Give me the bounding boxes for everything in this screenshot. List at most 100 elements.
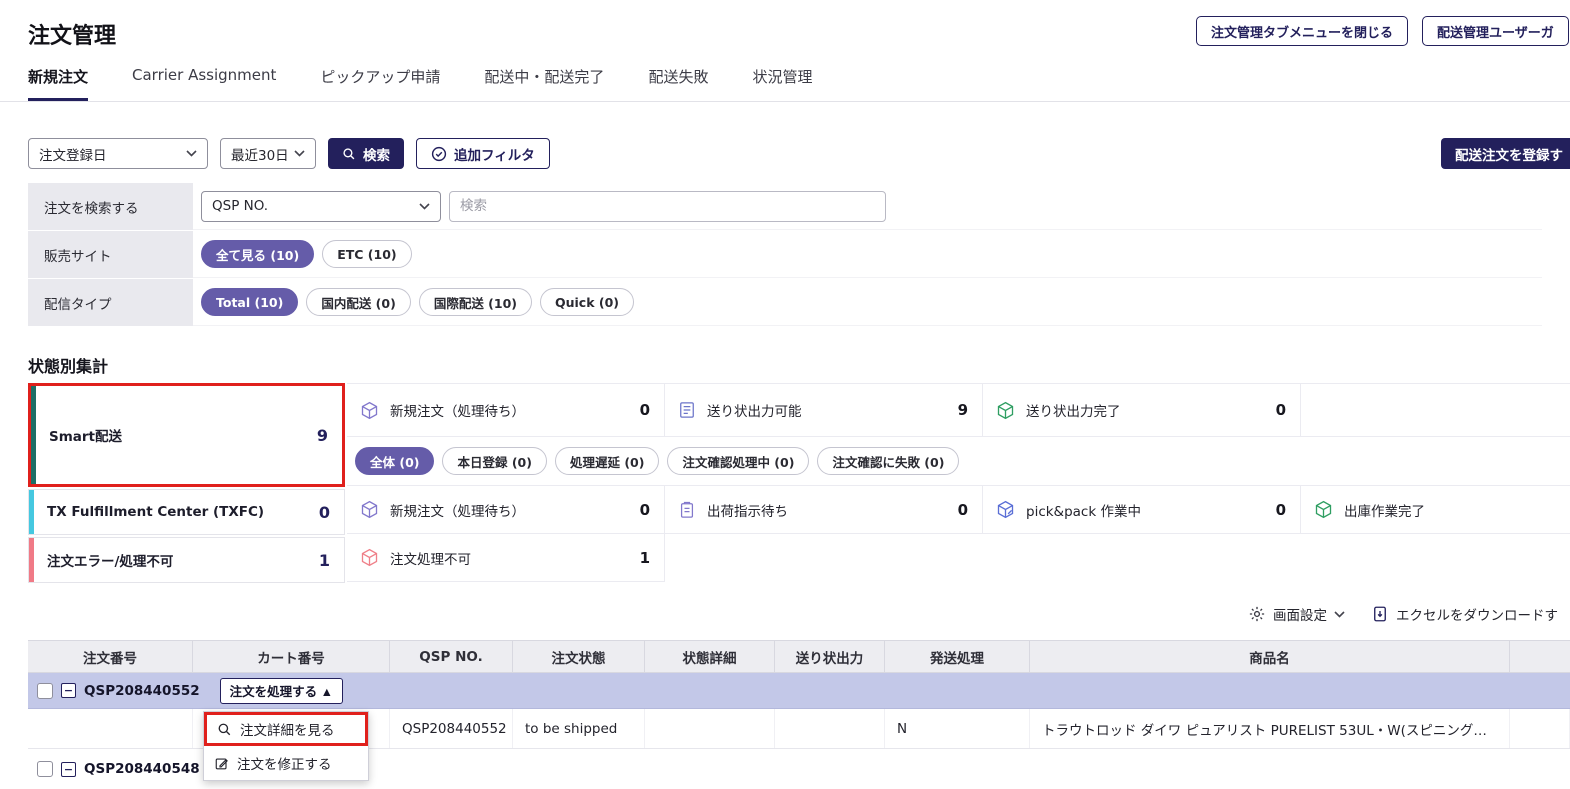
summary-card-name: 注文エラー/処理不可: [47, 554, 174, 570]
tab-new-orders[interactable]: 新規注文: [28, 66, 89, 101]
additional-filter-button[interactable]: 追加フィルタ: [416, 138, 550, 169]
pill-sales-site-all[interactable]: 全て見る (10): [201, 240, 315, 268]
summary-card-txfc[interactable]: TX Fulfillment Center (TXFC) 0: [28, 489, 345, 535]
cell-qsp-no: QSP208440552: [390, 709, 513, 748]
filter-bar: 注文登録日 最近30日 検索 追加フィルタ: [28, 138, 550, 169]
tab-delivery-failed[interactable]: 配送失敗: [648, 66, 708, 101]
screen-settings-button[interactable]: 画面設定: [1248, 604, 1345, 624]
collapse-minus-icon[interactable]: −: [61, 683, 76, 698]
package-icon: [361, 401, 378, 419]
package-done-icon: [1315, 500, 1332, 519]
search-row-keyword: 注文を検索する QSP NO.: [28, 183, 1542, 230]
summary-card-smart-delivery[interactable]: Smart配送 9: [28, 383, 345, 487]
search-key-select[interactable]: QSP NO.: [201, 190, 441, 222]
status-cell-awaiting-ship-instruction[interactable]: 出荷指示待ち 0: [665, 486, 983, 533]
cell-order-no: [28, 709, 193, 748]
tab-status-management[interactable]: 状況管理: [752, 66, 812, 101]
summary-card-count: 0: [318, 502, 330, 522]
pill-status-processing-delayed[interactable]: 処理遅延 (0): [554, 447, 660, 475]
summary-card-order-error[interactable]: 注文エラー/処理不可 1: [28, 537, 345, 583]
row-checkbox[interactable]: [37, 761, 53, 777]
search-icon: [218, 723, 231, 735]
header-qsp-no: QSP NO.: [390, 641, 513, 672]
cell-invoice-print: [775, 709, 885, 748]
status-summary-heading: 状態別集計: [28, 357, 109, 376]
sales-site-label: 販売サイト: [28, 231, 193, 278]
status-cell-invoice-printable[interactable]: 送り状出力可能 9: [665, 384, 983, 436]
teal-status-bar: [31, 386, 36, 484]
header-extra: [1510, 641, 1570, 672]
chevron-down-icon: [294, 150, 305, 157]
cyan-status-bar: [29, 490, 34, 534]
close-tab-menu-button[interactable]: 注文管理タブメニューを閉じる: [1196, 16, 1409, 46]
search-row-sales-site: 販売サイト 全て見る (10) ETC (10): [28, 231, 1542, 278]
pill-delivery-total[interactable]: Total (10): [201, 288, 299, 316]
header-invoice-print: 送り状出力: [775, 641, 885, 672]
process-order-context-menu: 注文詳細を見る 注文を修正する: [203, 711, 369, 781]
status-cell-outbound-complete[interactable]: 出庫作業完了: [1301, 486, 1570, 533]
register-delivery-order-button[interactable]: 配送注文を登録す: [1441, 138, 1570, 169]
pill-status-registered-today[interactable]: 本日登録 (0): [442, 447, 547, 475]
status-cell-order-unprocessable[interactable]: 注文処理不可 1: [347, 534, 665, 582]
pink-status-bar: [29, 538, 34, 582]
pill-sales-site-etc[interactable]: ETC (10): [322, 240, 412, 268]
header-status-detail: 状態詳細: [645, 641, 775, 672]
tab-pickup-request[interactable]: ピックアップ申請: [320, 66, 440, 101]
date-range-select[interactable]: 最近30日: [220, 138, 316, 169]
status-value: 0: [957, 500, 968, 519]
pill-delivery-domestic[interactable]: 国内配送 (0): [306, 288, 411, 316]
status-cell-empty: [1301, 384, 1570, 436]
package-edit-icon: [997, 500, 1014, 519]
summary-card-name: TX Fulfillment Center (TXFC): [47, 504, 265, 520]
status-value: 0: [1275, 500, 1286, 519]
status-value: 0: [639, 500, 650, 519]
search-row-delivery-type: 配信タイプ Total (10) 国内配送 (0) 国際配送 (10) Quic…: [28, 279, 1542, 326]
summary-card-count: 9: [316, 425, 328, 445]
menu-item-edit-order[interactable]: 注文を修正する: [204, 746, 368, 780]
header-product-name: 商品名: [1030, 641, 1510, 672]
pill-status-all[interactable]: 全体 (0): [355, 447, 435, 475]
order-number: QSP208440552: [84, 682, 200, 699]
cell-extra: [1510, 709, 1570, 748]
date-type-select[interactable]: 注文登録日: [28, 138, 208, 169]
pill-status-confirm-failed[interactable]: 注文確認に失敗 (0): [817, 447, 960, 475]
cell-order-status: to be shipped: [513, 709, 645, 748]
search-input[interactable]: [449, 190, 886, 222]
delivery-type-label: 配信タイプ: [28, 279, 193, 326]
header-order-status: 注文状態: [513, 641, 645, 672]
pill-delivery-international[interactable]: 国際配送 (10): [418, 288, 532, 316]
search-icon: [343, 147, 355, 159]
status-cell-pick-pack-working[interactable]: pick&pack 作業中 0: [983, 486, 1301, 533]
status-summary: Smart配送 9 TX Fulfillment Center (TXFC) 0…: [28, 383, 1570, 583]
status-value: 9: [957, 401, 968, 419]
status-value: 0: [639, 401, 650, 419]
status-cell-new-orders-pending[interactable]: 新規注文（処理待ち） 0: [347, 384, 665, 436]
tab-in-transit-delivered[interactable]: 配送中・配送完了: [484, 66, 604, 101]
search-key-select-value: QSP NO.: [212, 198, 269, 214]
edit-pencil-icon: [215, 757, 228, 769]
order-number: QSP208440548: [84, 761, 200, 777]
menu-item-view-order-detail[interactable]: 注文詳細を見る: [204, 712, 368, 746]
header-ship-process: 発送処理: [885, 641, 1030, 672]
status-cell-invoice-printed[interactable]: 送り状出力完了 0: [983, 384, 1301, 436]
collapse-minus-icon[interactable]: −: [61, 761, 76, 777]
check-circle-icon: [431, 146, 447, 161]
chevron-down-icon: [419, 202, 430, 210]
pill-status-order-confirming[interactable]: 注文確認処理中 (0): [667, 447, 810, 475]
package-done-icon: [997, 401, 1014, 419]
cell-ship-process: N: [885, 709, 1030, 748]
tab-carrier-assignment[interactable]: Carrier Assignment: [132, 66, 276, 101]
excel-download-button[interactable]: エクセルをダウンロードす: [1371, 604, 1558, 624]
chevron-down-icon: [1334, 610, 1345, 618]
order-group-row: − QSP208440552 注文を処理する ▲: [28, 673, 1570, 709]
excel-download-icon: [1374, 606, 1386, 622]
pill-delivery-quick[interactable]: Quick (0): [540, 288, 635, 316]
process-order-button[interactable]: 注文を処理する ▲: [219, 677, 343, 704]
row-checkbox[interactable]: [37, 682, 53, 699]
user-guide-button[interactable]: 配送管理ユーザーガ: [1422, 16, 1569, 46]
summary-card-count: 1: [318, 550, 330, 570]
search-button[interactable]: 検索: [328, 138, 404, 169]
search-panel: 注文を検索する QSP NO. 販売サイト 全て見る (10) ETC (10)…: [28, 183, 1542, 327]
status-cell-txfc-new-orders[interactable]: 新規注文（処理待ち） 0: [347, 486, 665, 533]
main-tabs: 新規注文 Carrier Assignment ピックアップ申請 配送中・配送完…: [0, 66, 1570, 102]
